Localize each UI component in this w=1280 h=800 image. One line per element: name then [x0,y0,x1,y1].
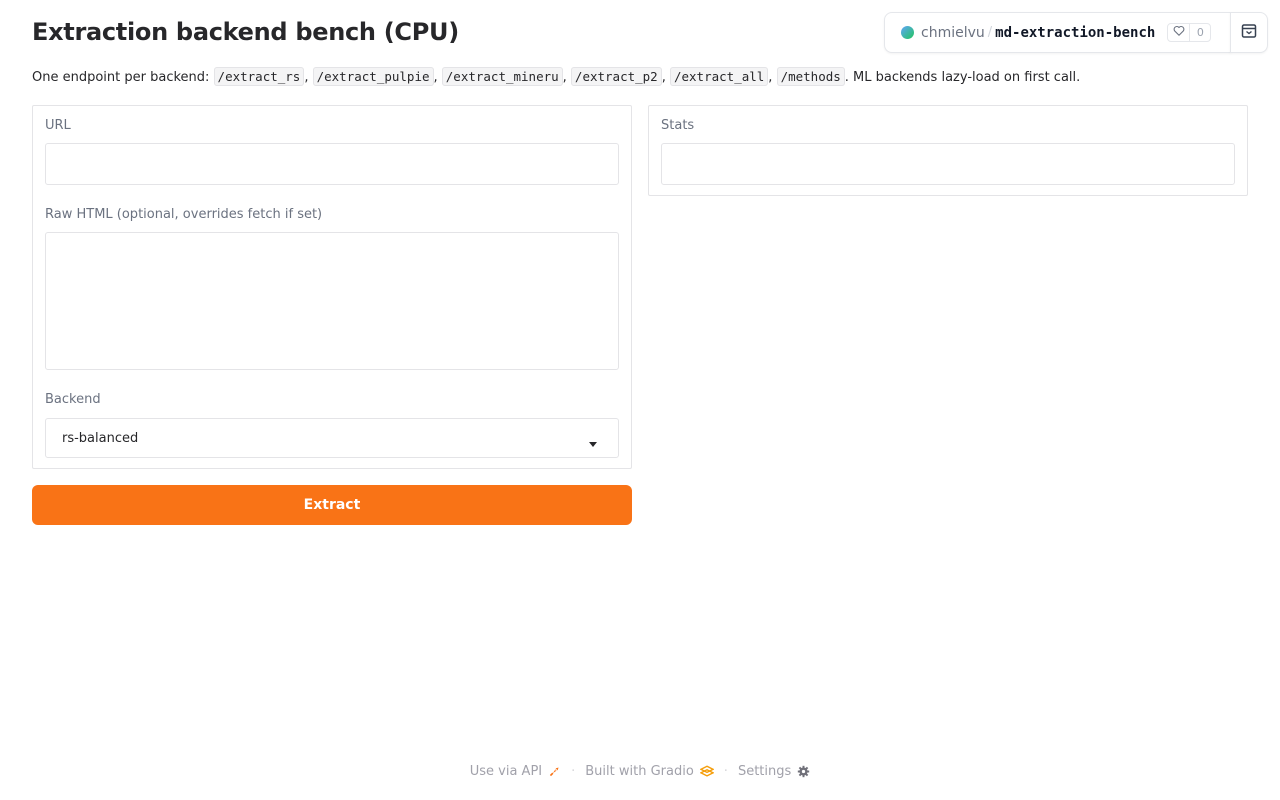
backend-label: Backend [45,392,101,407]
endpoint-code: /extract_pulpie [312,67,434,86]
space-avatar-icon [901,26,914,39]
stats-output[interactable] [661,143,1235,185]
raw-html-label: Raw HTML (optional, overrides fetch if s… [45,207,323,222]
heart-icon [1168,24,1191,41]
backend-dropdown[interactable]: rs-balanced [45,418,619,458]
gradio-logo-icon [699,765,714,778]
description-suffix: . ML backends lazy-load on first call. [844,70,1081,85]
input-panel: URL Raw HTML (optional, overrides fetch … [32,105,632,469]
endpoint-code: /extract_mineru [441,67,563,86]
footer: Use via API · Built with Gradio · Settin… [0,764,1280,779]
endpoint-code: /extract_p2 [570,67,662,86]
like-button[interactable]: 0 [1167,23,1212,42]
url-label: URL [45,118,71,133]
space-separator: / [987,25,993,40]
page-title: Extraction backend bench (CPU) [32,18,459,46]
raw-html-textarea[interactable] [45,232,619,370]
like-count: 0 [1196,26,1204,39]
built-with-gradio-link[interactable]: Built with Gradio [585,764,714,779]
endpoint-code: /methods [776,67,845,86]
gear-icon [797,765,810,778]
footer-separator: · [723,764,728,779]
space-badge[interactable]: chmielvu / md-extraction-bench 0 [884,12,1231,53]
description-prefix: One endpoint per backend: [32,70,214,85]
collapse-button[interactable] [1230,12,1268,53]
backend-selected-value: rs-balanced [62,430,139,446]
space-name[interactable]: md-extraction-bench [995,25,1155,41]
use-via-api-link[interactable]: Use via API [470,764,561,779]
endpoint-code: /extract_all [669,67,769,86]
description-text: One endpoint per backend: /extract_rs, /… [32,67,1081,86]
endpoint-code: /extract_rs [213,67,305,86]
url-input[interactable] [45,143,619,185]
collapse-icon [1241,23,1257,43]
space-owner[interactable]: chmielvu [921,25,985,41]
extract-button[interactable]: Extract [32,485,632,525]
footer-separator: · [571,764,576,779]
stats-label: Stats [661,118,695,133]
settings-link[interactable]: Settings [738,764,810,779]
rocket-icon [548,765,561,778]
caret-down-icon [588,433,598,452]
stats-panel: Stats [648,105,1248,196]
